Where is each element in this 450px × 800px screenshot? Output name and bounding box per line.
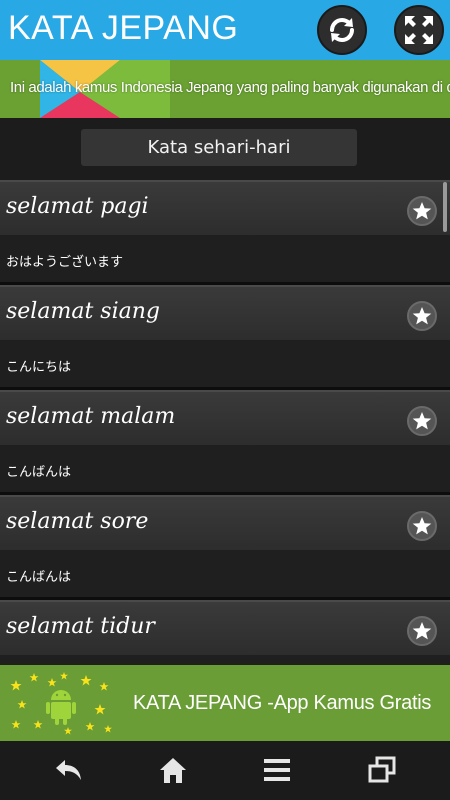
list-item-header: selamat malam (0, 390, 450, 445)
list-item-body: おはようございます (0, 235, 450, 285)
favorite-button[interactable] (407, 301, 437, 331)
list-item[interactable]: selamat siang こんにちは (0, 285, 450, 390)
japanese-translation: おはようございます (6, 255, 124, 270)
expand-icon (405, 16, 433, 44)
star-icon (412, 517, 432, 535)
back-icon (56, 760, 81, 780)
favorite-button[interactable] (407, 511, 437, 541)
scrollbar[interactable] (443, 182, 447, 232)
list-item-body (0, 655, 450, 665)
indonesian-word: selamat malam (6, 404, 176, 429)
indonesian-word: selamat pagi (6, 194, 149, 219)
list-item-header: selamat sore (0, 495, 450, 550)
system-nav-bar (0, 741, 450, 800)
menu-icon (264, 759, 290, 781)
back-button[interactable] (51, 755, 85, 785)
ad-text: KATA JEPANG -App Kamus Gratis (133, 692, 432, 714)
star-icon (412, 202, 432, 220)
list-item-header: selamat siang (0, 285, 450, 340)
category-bar: Kata sehari-hari (0, 118, 450, 180)
japanese-translation: こんばんは (6, 465, 72, 480)
list-item-body: こんばんは (0, 445, 450, 495)
android-icon (10, 672, 112, 735)
list-item[interactable]: selamat tidur (0, 600, 450, 665)
phrase-list[interactable]: selamat pagi おはようございます selamat siang こんに… (0, 180, 450, 665)
app-header: KATA JEPANG (0, 0, 450, 60)
favorite-button[interactable] (407, 196, 437, 226)
list-item[interactable]: selamat malam こんばんは (0, 390, 450, 495)
favorite-button[interactable] (407, 406, 437, 436)
refresh-icon (330, 18, 354, 42)
home-button[interactable] (156, 755, 190, 785)
indonesian-word: selamat tidur (6, 614, 155, 639)
japanese-translation: こんばんは (6, 570, 72, 585)
recent-apps-icon (368, 756, 396, 783)
star-icon (412, 622, 432, 640)
star-icon (412, 307, 432, 325)
menu-button[interactable] (260, 755, 294, 785)
indonesian-word: selamat sore (6, 509, 149, 534)
list-item-body: こんにちは (0, 340, 450, 390)
category-button[interactable]: Kata sehari-hari (81, 129, 357, 166)
refresh-button[interactable] (317, 5, 367, 55)
banner-text: Ini adalah kamus Indonesia Jepang yang p… (10, 79, 450, 96)
ad-banner[interactable]: KATA JEPANG -App Kamus Gratis (0, 665, 450, 741)
recent-apps-button[interactable] (365, 755, 399, 785)
japanese-translation: こんにちは (6, 360, 72, 375)
favorite-button[interactable] (407, 616, 437, 646)
app-title: KATA JEPANG (8, 9, 239, 47)
home-icon (160, 758, 186, 783)
list-item-body: こんばんは (0, 550, 450, 600)
indonesian-word: selamat siang (6, 299, 160, 324)
list-item-header: selamat pagi (0, 180, 450, 235)
list-item[interactable]: selamat pagi おはようございます (0, 180, 450, 285)
list-item-header: selamat tidur (0, 600, 450, 655)
fullscreen-button[interactable] (394, 5, 444, 55)
star-icon (412, 412, 432, 430)
list-item[interactable]: selamat sore こんばんは (0, 495, 450, 600)
promo-banner[interactable]: Ini adalah kamus Indonesia Jepang yang p… (0, 60, 450, 118)
